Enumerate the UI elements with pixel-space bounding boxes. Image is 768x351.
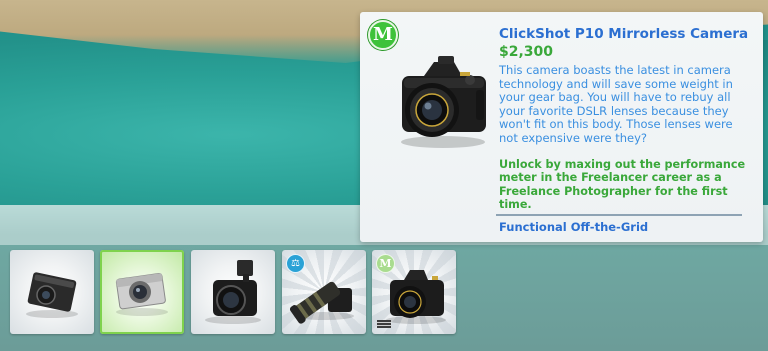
silver-camera-icon <box>115 272 168 316</box>
item-tile-flash-camera[interactable] <box>191 250 275 334</box>
item-tile-telephoto-camera[interactable]: ⚖ <box>282 250 366 334</box>
item-tags: Functional Off-the-Grid <box>499 220 649 234</box>
telephoto-lens-camera-icon <box>289 281 354 324</box>
divider <box>496 214 742 216</box>
item-tile-mirrorless-camera[interactable]: M <box>372 250 456 334</box>
bars-icon <box>377 320 391 328</box>
unlock-badge-icon: M <box>368 20 398 50</box>
item-tile-compact-camera[interactable] <box>10 250 94 334</box>
mirrorless-camera-icon <box>388 50 498 150</box>
unlock-requirement: Unlock by maxing out the performance met… <box>499 158 746 212</box>
compact-camera-icon <box>26 272 78 318</box>
item-tooltip: M ClickShot P10 Mirrorless Camera $2,300… <box>360 12 763 242</box>
item-description: This camera boasts the latest in camera … <box>499 63 733 145</box>
flash-camera-icon <box>205 260 261 324</box>
item-title: ClickShot P10 Mirrorless Camera <box>499 26 749 42</box>
item-tile-silver-camera[interactable] <box>100 250 184 334</box>
item-price: $2,300 <box>499 44 554 60</box>
